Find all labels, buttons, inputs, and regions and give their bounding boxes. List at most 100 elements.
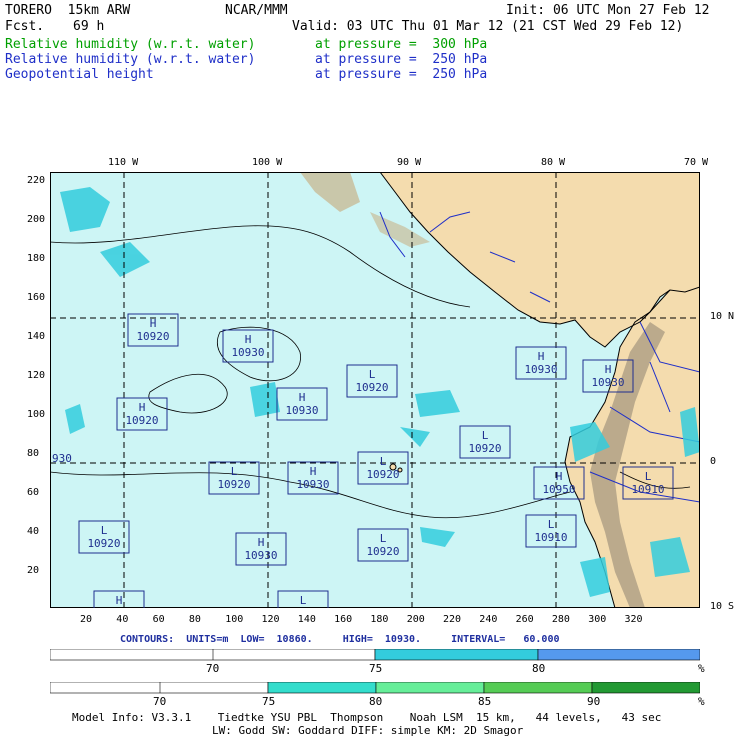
pressure-value-label: 10920 xyxy=(87,537,120,550)
x-tick: 120 xyxy=(261,614,280,625)
pressure-type-label: L xyxy=(231,465,238,478)
x-tick: 220 xyxy=(443,614,462,625)
colorbar1-segment-white xyxy=(50,649,376,661)
physics-info: LW: Godd SW: Goddard DIFF: simple KM: 2D… xyxy=(212,724,524,737)
lat-label: 0 xyxy=(710,456,717,467)
colorbar1-segment-blue xyxy=(537,649,700,661)
pressure-value-label: 10920 xyxy=(136,330,169,343)
y-tick: 220 xyxy=(27,175,46,186)
organization: NCAR/MMM xyxy=(225,3,288,18)
pressure-value-label: 10950 xyxy=(542,483,575,496)
pressure-type-label: H xyxy=(258,536,265,549)
lat-label: 10 N xyxy=(710,311,735,322)
pressure-value-label: 10920 xyxy=(125,414,158,427)
x-tick: 140 xyxy=(297,614,316,625)
y-tick: 120 xyxy=(27,370,46,381)
init-time: Init: 06 UTC Mon 27 Feb 12 xyxy=(506,3,710,18)
field-3-name: Geopotential height xyxy=(5,67,154,82)
model-name: TORERO 15km ARW xyxy=(5,3,131,18)
y-tick: 160 xyxy=(27,292,46,303)
y-tick: 60 xyxy=(27,487,40,498)
x-tick: 200 xyxy=(406,614,425,625)
x-tick: 60 xyxy=(152,614,165,625)
bar2-tick-80: 80 xyxy=(369,695,383,708)
y-tick: 140 xyxy=(27,331,46,342)
pressure-type-label: L xyxy=(645,470,652,483)
x-tick: 260 xyxy=(515,614,534,625)
x-tick: 280 xyxy=(551,614,570,625)
colorbar-300hpa xyxy=(50,682,700,694)
valid-time: Valid: 03 UTC Thu 01 Mar 12 (21 CST Wed … xyxy=(292,19,684,34)
pressure-value-label: 10910 xyxy=(631,483,664,496)
bar2-unit: % xyxy=(698,695,705,708)
pressure-value-label: 10930 xyxy=(285,404,318,417)
x-tick: 40 xyxy=(116,614,129,625)
x-tick: 320 xyxy=(624,614,643,625)
pressure-value-label: 10930 xyxy=(102,607,135,608)
pressure-value-label: 10930 xyxy=(231,346,264,359)
pressure-type-label: L xyxy=(300,594,307,607)
lon-label: 100 W xyxy=(252,157,283,168)
edge-contour-label: 930 xyxy=(52,452,72,465)
pressure-value-label: 10920 xyxy=(286,607,319,608)
x-tick: 180 xyxy=(370,614,389,625)
pressure-type-label: H xyxy=(150,317,157,330)
bar2-tick-90: 90 xyxy=(587,695,601,708)
pressure-value-label: 10920 xyxy=(366,468,399,481)
lon-label: 70 W xyxy=(684,157,709,168)
bar1-tick-75: 75 xyxy=(369,662,383,675)
colorbar2-segment-white xyxy=(50,682,269,694)
y-tick: 180 xyxy=(27,253,46,264)
pressure-type-label: L xyxy=(380,532,387,545)
field-2-level: at pressure = 250 hPa xyxy=(315,52,488,67)
x-tick: 100 xyxy=(225,614,244,625)
field-1-name: Relative humidity (w.r.t. water) xyxy=(5,37,256,52)
pressure-type-label: L xyxy=(548,518,555,531)
bar1-unit: % xyxy=(698,662,705,675)
bar2-tick-70: 70 xyxy=(153,695,167,708)
forecast-hour: 69 h xyxy=(73,19,105,34)
x-tick: 80 xyxy=(188,614,201,625)
y-tick: 20 xyxy=(27,565,40,576)
pressure-type-label: L xyxy=(482,429,489,442)
pressure-value-label: 10930 xyxy=(524,363,557,376)
forecast-label: Fcst. xyxy=(5,19,45,34)
pressure-type-label: H xyxy=(310,465,317,478)
colorbar2-segment-lightgreen xyxy=(375,682,485,694)
pressure-type-label: H xyxy=(556,470,563,483)
pressure-value-label: 10920 xyxy=(355,381,388,394)
x-tick: 160 xyxy=(334,614,353,625)
pressure-type-label: H xyxy=(139,401,146,414)
colorbar2-segment-darkgreen xyxy=(591,682,700,694)
bar1-tick-80: 80 xyxy=(532,662,546,675)
lon-label: 110 W xyxy=(108,157,139,168)
field-3-level: at pressure = 250 hPa xyxy=(315,67,488,82)
pressure-value-label: 10930 xyxy=(591,376,624,389)
colorbar2-segment-green xyxy=(483,682,593,694)
pressure-type-label: H xyxy=(116,594,123,607)
pressure-value-label: 10920 xyxy=(217,478,250,491)
model-info: Model Info: V3.3.1 Tiedtke YSU PBL Thomp… xyxy=(72,711,662,724)
y-tick: 200 xyxy=(27,214,46,225)
field-1-level: at pressure = 300 hPa xyxy=(315,37,488,52)
pressure-type-label: L xyxy=(369,368,376,381)
pressure-value-label: 10930 xyxy=(296,478,329,491)
bar1-tick-70: 70 xyxy=(206,662,220,675)
x-tick: 300 xyxy=(588,614,607,625)
lon-label: 80 W xyxy=(541,157,566,168)
pressure-type-label: L xyxy=(101,524,108,537)
pressure-value-label: 10920 xyxy=(468,442,501,455)
pressure-type-label: H xyxy=(605,363,612,376)
weather-map: H10920 H10930L10920H10930 H10930H10920H109… xyxy=(50,172,700,608)
lon-label: 90 W xyxy=(397,157,422,168)
x-tick: 240 xyxy=(479,614,498,625)
lat-label: 10 S xyxy=(710,601,735,612)
pressure-type-label: H xyxy=(299,391,306,404)
colorbar-250hpa xyxy=(50,649,700,661)
y-tick: 100 xyxy=(27,409,46,420)
pressure-value-label: 10910 xyxy=(534,531,567,544)
bar2-tick-85: 85 xyxy=(478,695,492,708)
pressure-type-label: L xyxy=(380,455,387,468)
pressure-value-label: 10920 xyxy=(366,545,399,558)
x-tick: 20 xyxy=(80,614,93,625)
